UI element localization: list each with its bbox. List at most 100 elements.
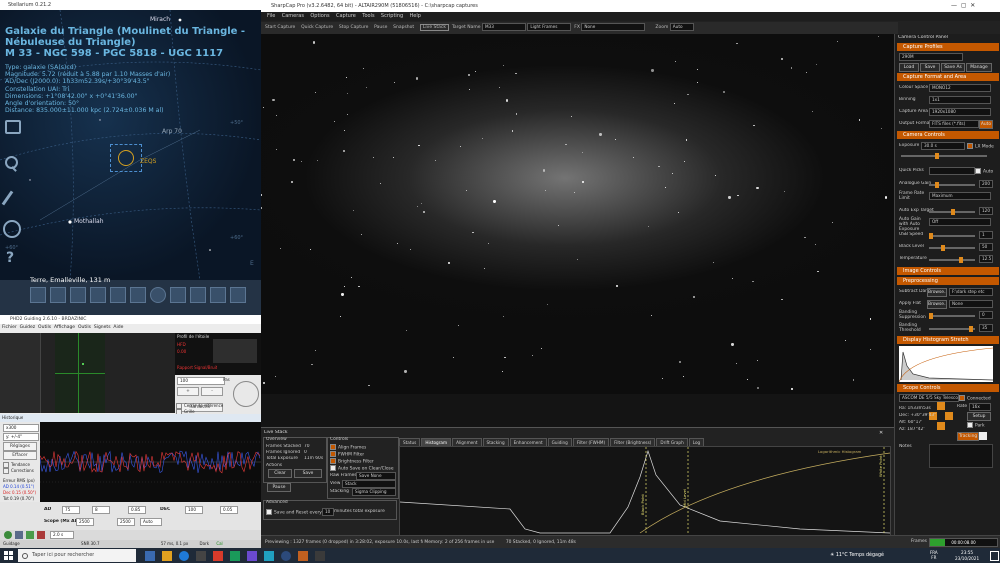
history-clear-button[interactable]: Effacer [3,451,37,460]
colour-space-dropdown[interactable]: MONO12 [929,84,991,92]
snapshot-button[interactable]: Snapshot [393,25,414,30]
dec-mode-dropdown[interactable]: Auto [140,518,162,526]
planets-icon[interactable] [210,287,226,303]
apply-flat-browse-button[interactable]: Browse... [927,300,947,309]
scope-setup-button[interactable]: Setup [967,412,991,421]
menu-guide[interactable]: Guidez [20,325,36,330]
profile-save-button[interactable]: Save [920,63,940,72]
step-field[interactable]: 100 [177,377,225,385]
ra-minmo[interactable]: 0.85 [128,506,146,514]
sharpcap-titlebar[interactable]: SharpCap Pro (v3.2.6482, 64 bit) - ALTAI… [261,0,1000,12]
zoom-dropdown[interactable]: Auto [669,23,694,31]
sharpcap-task-icon[interactable] [298,550,308,561]
connect-icon[interactable] [4,531,12,539]
windows-start-icon[interactable] [4,551,13,560]
menu-file[interactable]: File [267,13,275,19]
apply-flat-dropdown[interactable]: None [949,300,993,308]
tools-icon[interactable] [1,190,14,206]
exposure-slider[interactable] [901,153,987,159]
stack-clear-button[interactable]: Clear [268,469,292,478]
fwhm-filter-checkbox[interactable]: FWHM Filter [330,451,364,458]
auto-checkbox[interactable]: Auto [975,168,993,175]
south-button[interactable] [937,422,945,430]
capture-area-dropdown[interactable]: 1920x1080 [929,108,991,116]
fx-dropdown[interactable]: None [581,23,646,31]
app-icon[interactable] [230,550,240,561]
ra-aggression[interactable]: 75 [62,506,80,514]
loop-icon[interactable] [15,531,23,539]
weather-widget[interactable]: ☀ 11°C Temps dégagé [830,548,884,563]
gain-slider[interactable] [929,182,975,188]
scope-dec-max[interactable]: 2500 [117,518,135,526]
history-settings-button[interactable]: Réglages [3,442,37,451]
menu-help[interactable]: Aide [113,325,123,330]
black-level-slider[interactable] [929,245,975,251]
tracking-button[interactable]: Tracking [957,432,979,441]
quick-picks-dropdown[interactable] [929,167,975,175]
window-controls[interactable]: — ▢ ✕ [951,2,975,9]
menu-tools[interactable]: Tools [362,13,374,19]
nebula-icon[interactable] [190,287,206,303]
capture-profiles-header[interactable]: Capture Profiles [897,43,999,51]
autosave-checkbox[interactable]: Auto Save on Clear/Close [330,465,394,472]
target-name-field[interactable]: M33 [481,23,526,31]
profile-save-as-button[interactable]: Save As [941,63,965,72]
telescope-icon[interactable] [230,287,246,303]
phd2-task-icon[interactable] [315,550,325,561]
exposure-field[interactable]: 30.0 s [921,142,965,150]
task-view-icon[interactable] [145,550,155,561]
output-format-dropdown[interactable]: FITS files (*.fits) [929,120,979,128]
stellarium-titlebar[interactable]: Stellarium 0.21.2 [0,0,261,10]
save-reset-checkbox[interactable]: Save and Reset every [266,509,322,516]
help-icon[interactable]: ? [6,250,14,266]
stack-save-button[interactable]: Save [294,469,322,478]
display-histogram[interactable] [899,346,993,382]
park-checkbox[interactable]: Park [967,422,985,429]
menu-view[interactable]: Affichage [54,325,75,330]
output-auto-button[interactable]: Auto [979,120,993,129]
landscape-icon[interactable] [170,287,186,303]
east-button[interactable] [945,412,953,420]
profile-manage-button[interactable]: Manage [966,63,992,72]
stop-tracking-icon[interactable] [979,432,987,440]
binning-dropdown[interactable]: 1x1 [929,96,991,104]
banding-threshold-slider[interactable] [929,326,975,332]
scope-controls-header[interactable]: Scope Controls [897,384,999,392]
connected-checkbox[interactable]: Connected [959,395,991,402]
histogram-header[interactable]: Display Histogram Stretch [897,336,999,344]
menu-bookmarks[interactable]: Signets [94,325,111,330]
exposure-dropdown[interactable]: 2.0 s [50,531,74,539]
lx-mode-checkbox[interactable]: LX Mode [967,143,994,150]
capture-format-header[interactable]: Capture Format and Area [897,73,999,81]
notification-icon[interactable] [990,551,999,561]
equatorial-grid-icon[interactable] [90,287,106,303]
phd2-titlebar[interactable]: PHD2 Guiding 2.6.10 - BRDAZINIC [0,315,261,324]
guide-icon[interactable] [26,531,34,539]
constellation-labels-icon[interactable] [50,287,66,303]
frame-type-dropdown[interactable]: Light Frames [527,23,572,31]
view-dropdown[interactable]: Stack [342,480,396,488]
menu-file[interactable]: Fichier [2,325,17,330]
live-stack-close-icon[interactable]: ✕ [879,430,883,436]
capture-image-area[interactable] [261,34,894,427]
dec-minmo[interactable]: 0.05 [220,506,238,514]
brightness-filter-checkbox[interactable]: Brightness Filter [330,458,374,465]
ra-hysteresis[interactable]: 8 [92,506,110,514]
guide-camera-view[interactable] [0,333,175,413]
history-y-dropdown[interactable]: y: +/-4" [3,433,39,441]
frame-rate-dropdown[interactable]: Maximum [929,192,991,200]
stack-pause-button[interactable]: Pause [267,483,291,492]
stack-histogram[interactable]: Logarithmic Histogram Black Point Mid Le… [399,446,891,538]
menu-options[interactable]: Options [310,13,329,19]
stop-capture-button[interactable]: Stop Capture [339,25,369,30]
subtract-dark-browse-button[interactable]: Browse... [927,288,947,297]
rate-dropdown[interactable]: 16x [969,403,991,411]
taskbar-search-box[interactable]: Taper ici pour rechercher [18,549,136,562]
clock[interactable]: 23:55 23/10/2021 [955,550,979,561]
profile-load-button[interactable]: Load [899,63,919,72]
azimuthal-grid-icon[interactable] [110,287,126,303]
stop-icon[interactable] [37,531,45,539]
atmosphere-icon[interactable] [150,287,166,303]
menu-tools[interactable]: Outils [38,325,51,330]
image-controls-header[interactable]: Image Controls [897,267,999,275]
